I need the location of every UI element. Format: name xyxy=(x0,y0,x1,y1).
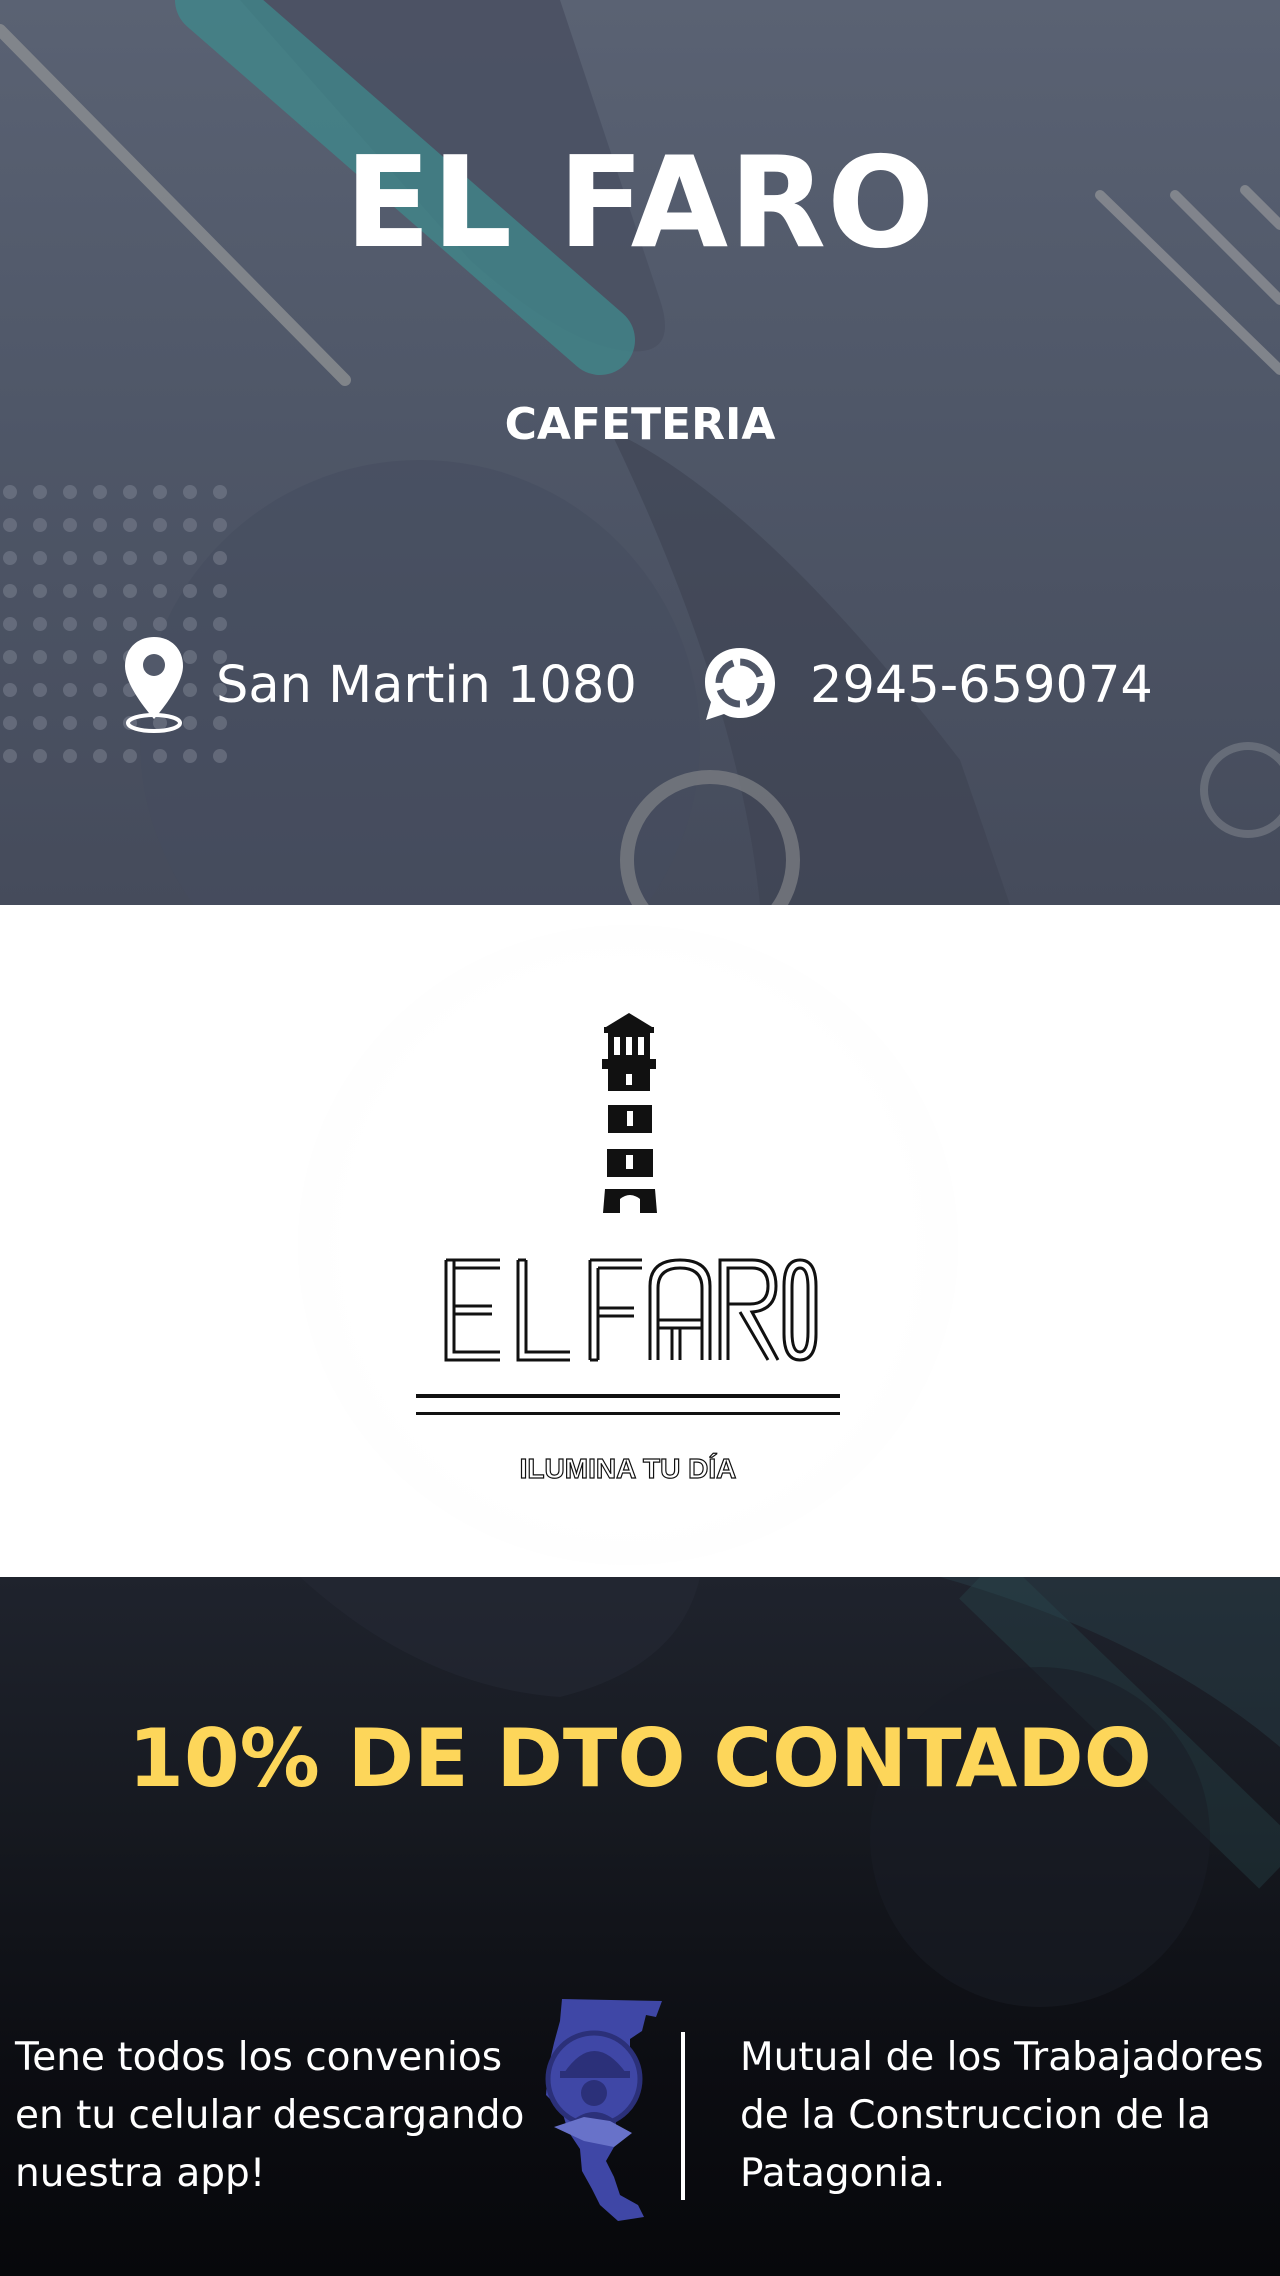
whatsapp-icon xyxy=(705,648,775,720)
logo-wordmark xyxy=(444,1258,818,1362)
logo-rule-top xyxy=(416,1394,840,1398)
promo-section: 10% DE DTO CONTADO Tene todos los conven… xyxy=(0,1577,1280,2276)
logo-tagline: ILUMINA TU DÍA xyxy=(519,1452,737,1484)
hero-header: EL FARO CAFETERIA San Martin 1080 2945-6… xyxy=(0,0,1280,905)
app-promo-text: Tene todos los convenios en tu celular d… xyxy=(15,2035,525,2196)
address-item[interactable]: San Martin 1080 xyxy=(122,635,637,735)
discount-banner: 10% DE DTO CONTADO xyxy=(128,1712,1152,1805)
mutual-emblem-icon xyxy=(545,1999,662,2221)
logo-rule-bottom xyxy=(416,1412,840,1415)
vertical-divider xyxy=(681,2032,685,2200)
page-subtitle: CAFETERIA xyxy=(504,399,776,450)
mutual-description: Mutual de los Trabajadores de la Constru… xyxy=(740,2035,1264,2196)
map-pin-icon xyxy=(125,637,183,733)
phone-text: 2945-659074 xyxy=(810,655,1153,715)
phone-item[interactable]: 2945-659074 xyxy=(700,635,1153,735)
page-title: EL FARO xyxy=(344,129,936,276)
address-text: San Martin 1080 xyxy=(216,655,637,715)
logo-section: ILUMINA TU DÍA xyxy=(0,905,1280,1577)
lighthouse-icon xyxy=(602,1013,657,1213)
